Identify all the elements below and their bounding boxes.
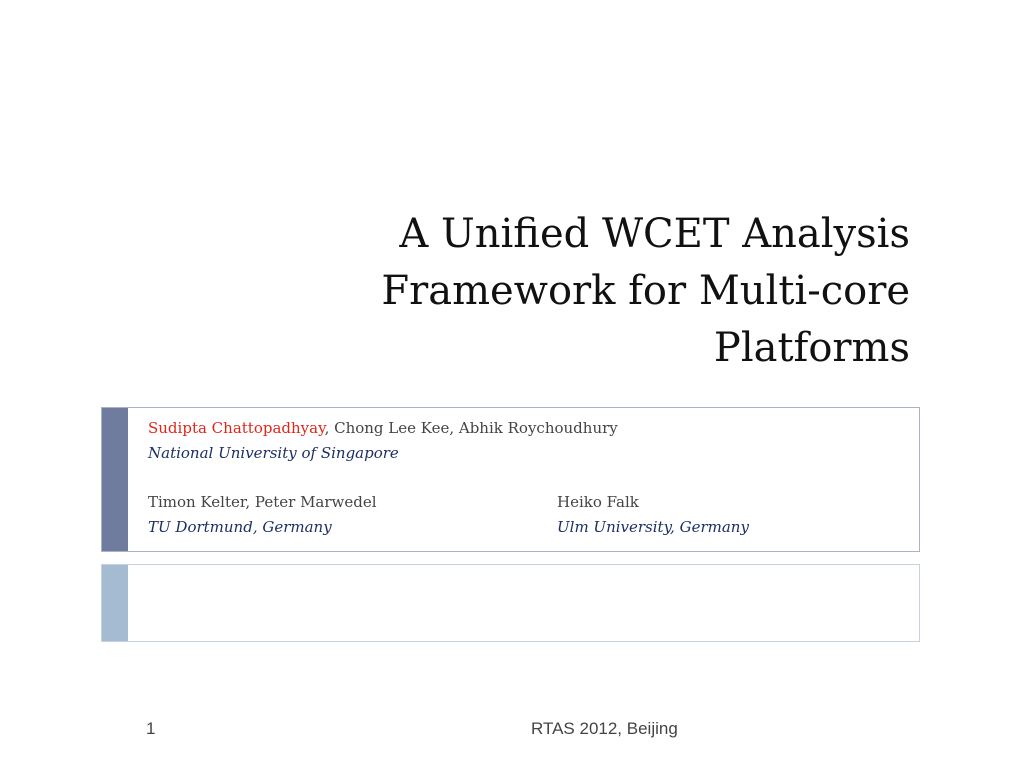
authors-box: Sudipta Chattopadhyay, Chong Lee Kee, Ab… bbox=[101, 407, 920, 552]
lead-author: Sudipta Chattopadhyay bbox=[148, 419, 325, 437]
slide-title: A Unified WCET Analysis Framework for Mu… bbox=[270, 206, 910, 377]
empty-content-box bbox=[101, 564, 920, 642]
affiliation-dortmund: TU Dortmund, Germany bbox=[148, 518, 332, 536]
affiliation-nus: National University of Singapore bbox=[148, 444, 399, 462]
author-line-2: Timon Kelter, Peter Marwedel Heiko Falk bbox=[148, 490, 909, 515]
title-line-2: Framework for Multi-core bbox=[381, 268, 910, 314]
authors-ulm: Heiko Falk bbox=[557, 493, 639, 511]
slide: A Unified WCET Analysis Framework for Mu… bbox=[0, 0, 1024, 768]
affiliation-line-2: TU Dortmund, Germany Ulm University, Ger… bbox=[148, 515, 909, 540]
affiliation-ulm: Ulm University, Germany bbox=[557, 518, 749, 536]
title-line-1: A Unified WCET Analysis bbox=[399, 211, 910, 257]
authors-dortmund: Timon Kelter, Peter Marwedel bbox=[148, 493, 377, 511]
empty-box-accent-bar bbox=[102, 565, 128, 641]
title-line-3: Platforms bbox=[713, 325, 910, 371]
author-line-1: Sudipta Chattopadhyay, Chong Lee Kee, Ab… bbox=[148, 416, 909, 441]
authors-box-accent-bar bbox=[102, 408, 128, 551]
co-authors: , Chong Lee Kee, Abhik Roychoudhury bbox=[324, 419, 618, 437]
slide-number: 1 bbox=[146, 719, 156, 738]
authors-list: Sudipta Chattopadhyay, Chong Lee Kee, Ab… bbox=[148, 416, 909, 540]
footer-venue: RTAS 2012, Beijing bbox=[531, 719, 678, 738]
